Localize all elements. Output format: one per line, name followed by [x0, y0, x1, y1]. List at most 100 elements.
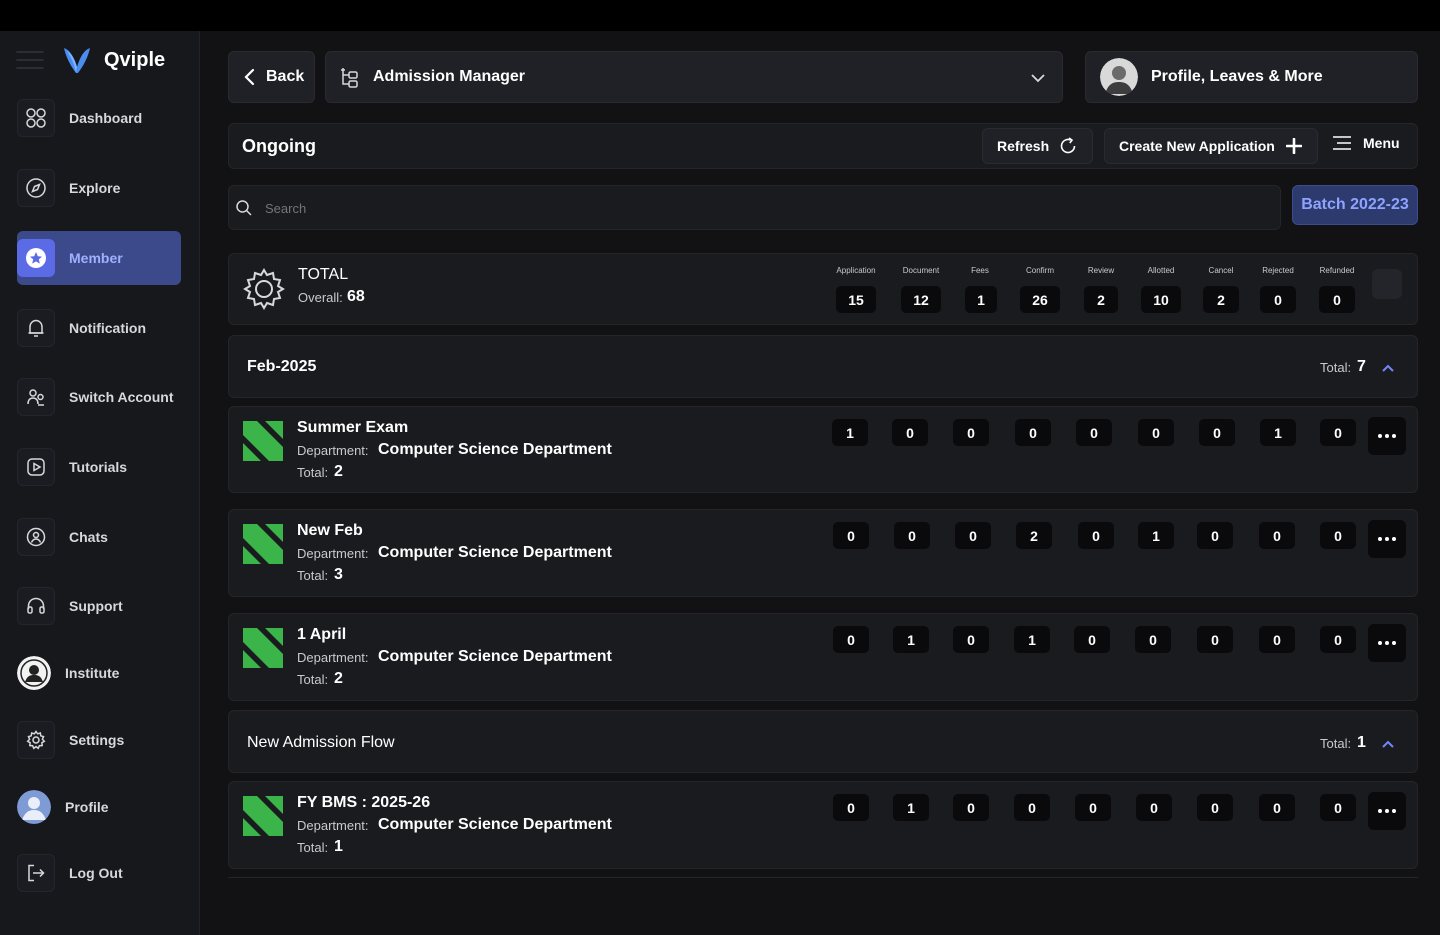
sidebar: Qviple Dashboard Explore Member Notifica… — [0, 31, 200, 935]
sidebar-item-label: Settings — [69, 732, 125, 748]
refresh-label: Refresh — [997, 138, 1050, 154]
count-badge: 1 — [893, 626, 929, 653]
chevron-up-icon[interactable] — [1381, 363, 1395, 373]
chevron-left-icon — [244, 68, 255, 86]
sidebar-item-label: Tutorials — [69, 459, 128, 475]
sidebar-item-institute[interactable]: Institute — [17, 646, 181, 700]
sidebar-item-tutorials[interactable]: Tutorials — [17, 440, 181, 494]
menu-button[interactable]: Menu — [1332, 135, 1400, 151]
divider — [228, 877, 1418, 878]
member-icon — [17, 239, 55, 277]
application-row[interactable]: FY BMS : 2025-26 Department: Computer Sc… — [228, 781, 1418, 869]
institute-avatar — [17, 656, 51, 690]
total-value: 2 — [334, 670, 343, 687]
more-options-button[interactable] — [1368, 624, 1406, 662]
department-label: Department: — [297, 650, 369, 665]
count-badge: 0 — [1259, 794, 1295, 821]
gear-icon — [17, 721, 55, 759]
module-selector[interactable]: Admission Manager — [325, 51, 1063, 103]
count-badge: 0 — [1197, 794, 1233, 821]
sidebar-item-label: Switch Account — [69, 389, 174, 405]
department-name: Computer Science Department — [378, 648, 612, 665]
sidebar-item-notification[interactable]: Notification — [17, 301, 181, 355]
count-badge: 0 — [1197, 522, 1233, 549]
count-badge: 0 — [1320, 794, 1356, 821]
back-label: Back — [266, 68, 305, 85]
hamburger-menu-icon[interactable] — [16, 51, 44, 69]
total-value: 3 — [334, 566, 343, 583]
sidebar-item-label: Notification — [69, 320, 146, 336]
create-new-application-button[interactable]: Create New Application — [1104, 128, 1318, 164]
group-total-value: 7 — [1357, 358, 1366, 375]
window-top-bar — [0, 0, 1440, 31]
summary-card: TOTAL Overall: 68 Application Document F… — [228, 253, 1418, 325]
sidebar-item-chats[interactable]: Chats — [17, 510, 181, 564]
application-logo-icon — [243, 524, 283, 564]
hierarchy-icon — [341, 68, 358, 88]
profile-leaves-more-button[interactable]: Profile, Leaves & More — [1085, 51, 1418, 103]
column-header: Document — [902, 266, 940, 275]
total-label: Total: — [297, 465, 329, 480]
more-options-button[interactable] — [1368, 417, 1406, 455]
profile-label: Profile, Leaves & More — [1151, 68, 1323, 85]
application-row[interactable]: Summer Exam Department: Computer Science… — [228, 406, 1418, 493]
count-badge: 0 — [953, 626, 989, 653]
sidebar-item-dashboard[interactable]: Dashboard — [17, 91, 181, 145]
chat-icon — [17, 518, 55, 556]
headset-icon — [17, 587, 55, 625]
application-row[interactable]: 1 April Department: Computer Science Dep… — [228, 613, 1418, 701]
menu-lines-icon — [1333, 136, 1351, 150]
sidebar-item-support[interactable]: Support — [17, 579, 181, 633]
chevron-up-icon[interactable] — [1381, 739, 1395, 749]
sidebar-item-switch-account[interactable]: Switch Account — [17, 370, 181, 424]
sidebar-item-label: Dashboard — [69, 110, 143, 126]
count-badge: 0 — [1078, 522, 1114, 549]
user-avatar — [1100, 58, 1138, 96]
count-badge: 0 — [1260, 286, 1296, 313]
sidebar-item-label: Member — [69, 250, 123, 266]
group-total-value: 1 — [1357, 734, 1366, 751]
count-badge: 2 — [1016, 522, 1052, 549]
application-name: Summer Exam — [297, 419, 409, 436]
group-header[interactable]: New Admission Flow Total: 1 — [228, 710, 1418, 773]
department-name: Computer Science Department — [378, 544, 612, 561]
sidebar-item-logout[interactable]: Log Out — [17, 846, 181, 900]
count-badge: 1 — [893, 794, 929, 821]
summary-options-button[interactable] — [1372, 269, 1402, 299]
count-badge: 1 — [1014, 626, 1050, 653]
count-badge: 0 — [892, 419, 928, 446]
more-options-button[interactable] — [1368, 792, 1406, 830]
more-options-button[interactable] — [1368, 520, 1406, 558]
switch-account-icon — [17, 378, 55, 416]
sidebar-item-member[interactable]: Member — [17, 231, 181, 285]
sidebar-item-explore[interactable]: Explore — [17, 161, 181, 215]
sidebar-item-label: Profile — [65, 799, 109, 815]
count-badge: 0 — [953, 419, 989, 446]
count-badge: 0 — [955, 522, 991, 549]
group-header[interactable]: Feb-2025 Total: 7 — [228, 335, 1418, 398]
overall-value: 68 — [347, 288, 365, 305]
sidebar-item-profile[interactable]: Profile — [17, 780, 181, 834]
search-bar[interactable] — [228, 185, 1281, 230]
sidebar-item-settings[interactable]: Settings — [17, 713, 181, 767]
count-badge: 2 — [1084, 286, 1118, 313]
count-badge: 0 — [1135, 626, 1171, 653]
department-name: Computer Science Department — [378, 441, 612, 458]
sidebar-item-label: Explore — [69, 180, 121, 196]
back-button[interactable]: Back — [228, 51, 315, 103]
module-title: Admission Manager — [373, 68, 526, 85]
menu-label: Menu — [1363, 135, 1400, 151]
count-badge: 12 — [901, 286, 941, 313]
batch-selector[interactable]: Batch 2022-23 — [1292, 185, 1418, 225]
count-badge: 1 — [1260, 419, 1296, 446]
summary-title: TOTAL — [298, 266, 349, 283]
profile-avatar — [17, 790, 51, 824]
column-header: Rejected — [1262, 266, 1294, 275]
count-badge: 0 — [1138, 419, 1174, 446]
refresh-button[interactable]: Refresh — [982, 128, 1093, 164]
application-name: FY BMS : 2025-26 — [297, 794, 431, 811]
application-row[interactable]: New Feb Department: Computer Science Dep… — [228, 509, 1418, 597]
sidebar-item-label: Support — [69, 598, 123, 614]
brand: Qviple — [16, 45, 165, 75]
search-input[interactable] — [265, 198, 865, 218]
